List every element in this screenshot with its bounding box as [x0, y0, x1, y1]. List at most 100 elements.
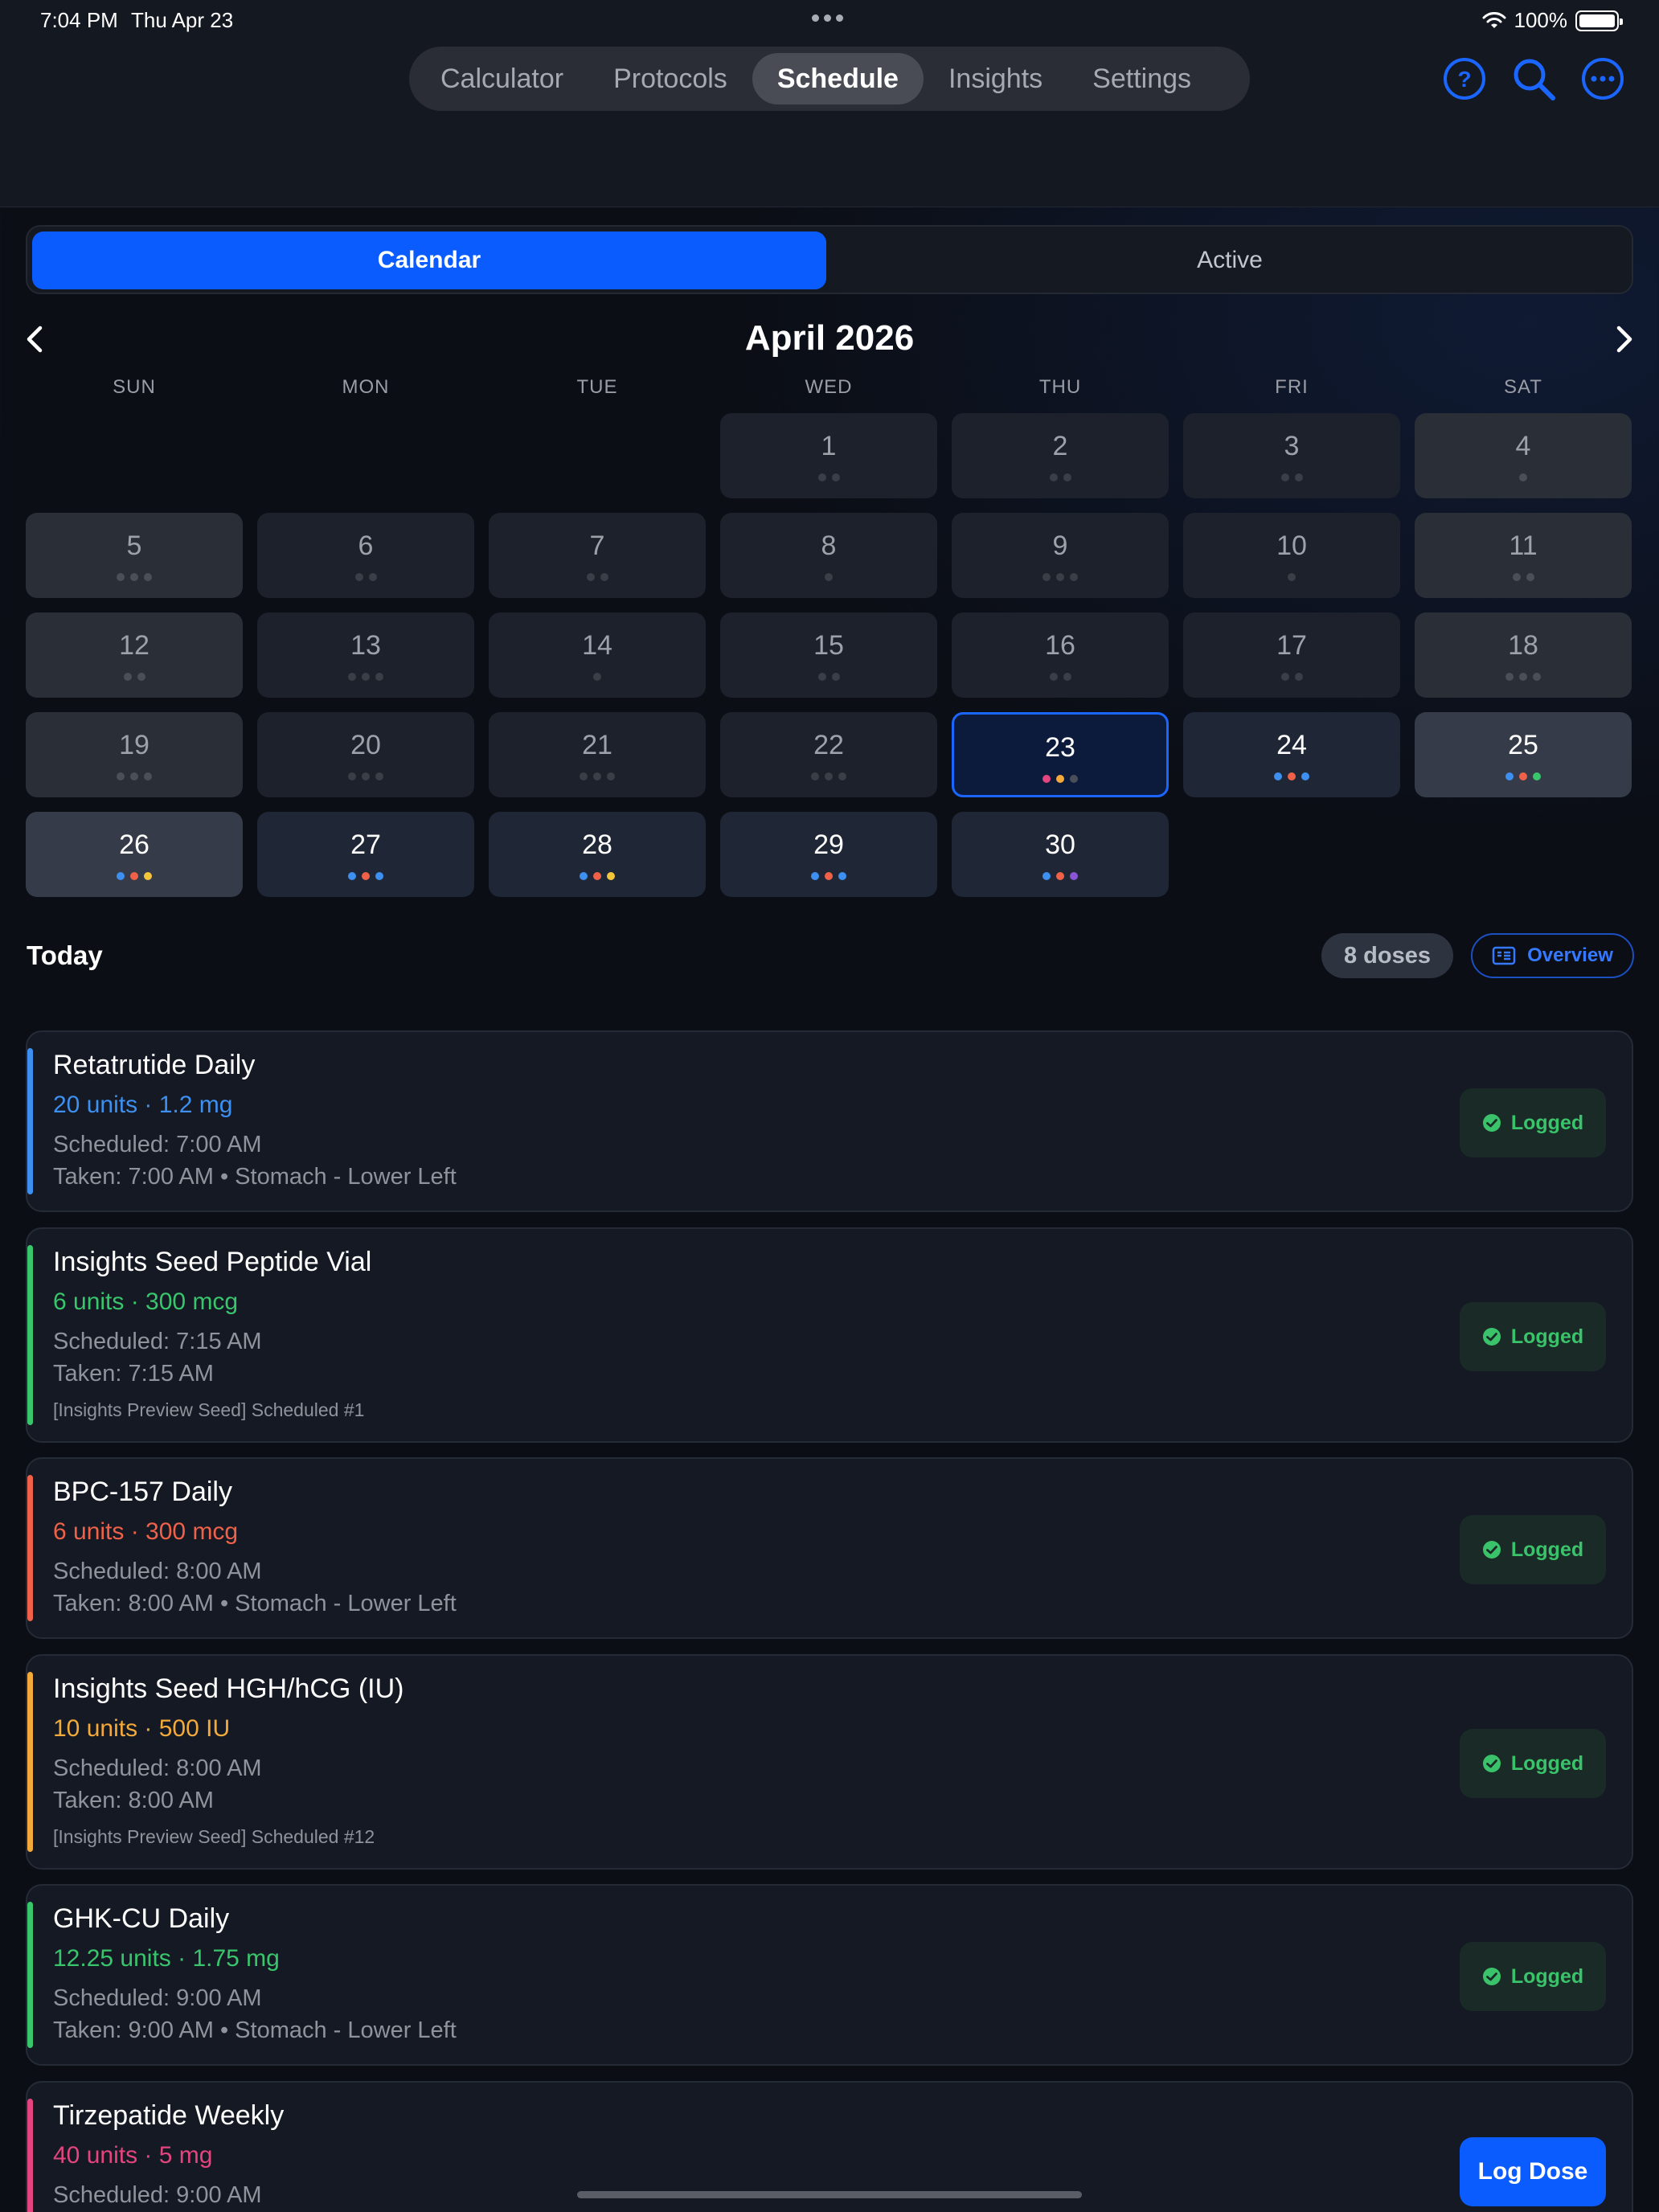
calendar-day-20[interactable]: 20 [257, 712, 474, 797]
calendar-day-25[interactable]: 25 [1415, 712, 1632, 797]
tab-insights[interactable]: Insights [924, 53, 1067, 104]
dose-color-bar [27, 1672, 33, 1852]
dose-dot [1505, 772, 1514, 780]
dose-card[interactable]: GHK-CU Daily 12.25 units · 1.75 mg Schedul… [26, 1884, 1633, 2066]
day-number: 20 [350, 730, 381, 760]
search-icon[interactable] [1511, 56, 1556, 101]
dose-card[interactable]: BPC-157 Daily 6 units · 300 mcg Scheduled:… [26, 1457, 1633, 1639]
dose-dot [1526, 573, 1534, 581]
today-heading: Today [27, 940, 103, 970]
calendar-day-24[interactable]: 24 [1183, 712, 1400, 797]
dose-dot [1063, 473, 1071, 481]
overview-button[interactable]: Overview [1471, 933, 1634, 978]
calendar-day-6[interactable]: 6 [257, 513, 474, 598]
day-number: 9 [1052, 530, 1068, 561]
calendar-day-7[interactable]: 7 [489, 513, 706, 598]
logged-status-badge: Logged [1460, 1302, 1606, 1371]
dose-indicator-dots [1183, 573, 1400, 581]
calendar-day-14[interactable]: 14 [489, 612, 706, 698]
dose-dot [362, 772, 370, 780]
calendar-day-8[interactable]: 8 [720, 513, 937, 598]
dose-dot [375, 772, 383, 780]
calendar-day-27[interactable]: 27 [257, 812, 474, 897]
dose-indicator-dots [26, 673, 243, 681]
dose-dot [144, 772, 152, 780]
calendar-day-4[interactable]: 4 [1415, 413, 1632, 498]
calendar-day-11[interactable]: 11 [1415, 513, 1632, 598]
calendar-day-13[interactable]: 13 [257, 612, 474, 698]
home-indicator[interactable] [577, 2191, 1082, 2198]
weekday-label: SUN [113, 376, 156, 398]
dose-dot [838, 872, 846, 880]
help-icon[interactable]: ? [1442, 56, 1487, 101]
dose-dot [368, 573, 377, 581]
multitasking-dots-icon[interactable] [812, 14, 843, 22]
calendar-day-3[interactable]: 3 [1183, 413, 1400, 498]
day-number: 25 [1508, 730, 1538, 760]
dose-dot [1280, 473, 1289, 481]
day-number: 29 [813, 830, 844, 860]
log-dose-button[interactable]: Log Dose [1460, 2137, 1606, 2206]
dose-indicator-dots [952, 473, 1169, 481]
dose-dot [1301, 772, 1309, 780]
calendar-day-17[interactable]: 17 [1183, 612, 1400, 698]
dose-dot [817, 673, 826, 681]
dose-dot [1070, 775, 1078, 783]
logged-label: Logged [1510, 1751, 1584, 1775]
calendar-day-15[interactable]: 15 [720, 612, 937, 698]
dose-card[interactable]: Insights Seed Peptide Vial 6 units · 300 … [26, 1227, 1633, 1443]
dose-indicator-dots [1415, 473, 1632, 481]
calendar-day-12[interactable]: 12 [26, 612, 243, 698]
dose-scheduled-time: Scheduled: 9:00 AM [53, 2182, 262, 2208]
calendar-day-1[interactable]: 1 [720, 413, 937, 498]
dose-dot [1533, 673, 1541, 681]
dose-indicator-dots [720, 473, 937, 481]
dose-dot [1294, 673, 1303, 681]
tab-calculator[interactable]: Calculator [416, 53, 588, 104]
next-month-chevron-icon[interactable] [1612, 323, 1636, 355]
dose-indicator-dots [720, 573, 937, 581]
main-tab-bar: Calculator Protocols Schedule Insights Setti… [409, 47, 1250, 111]
calendar-day-16[interactable]: 16 [952, 612, 1169, 698]
calendar-day-22[interactable]: 22 [720, 712, 937, 797]
logged-status-badge: Logged [1460, 1729, 1606, 1798]
dose-name: Tirzepatide Weekly [53, 2100, 285, 2131]
calendar-day-29[interactable]: 29 [720, 812, 937, 897]
dose-indicator-dots [1415, 573, 1632, 581]
day-number: 18 [1508, 630, 1538, 661]
dose-scheduled-time: Scheduled: 7:00 AM [53, 1132, 262, 1157]
calendar-day-5[interactable]: 5 [26, 513, 243, 598]
checkmark-circle-icon [1482, 1755, 1501, 1772]
calendar-day-28[interactable]: 28 [489, 812, 706, 897]
calendar-day-21[interactable]: 21 [489, 712, 706, 797]
dose-dot [1049, 473, 1058, 481]
dose-dot [1288, 772, 1296, 780]
segment-active[interactable]: Active [831, 231, 1628, 289]
tab-schedule[interactable]: Schedule [752, 53, 924, 104]
dose-dot [580, 872, 588, 880]
calendar-day-10[interactable]: 10 [1183, 513, 1400, 598]
tab-settings[interactable]: Settings [1067, 53, 1216, 104]
calendar-day-26[interactable]: 26 [26, 812, 243, 897]
dose-dot [811, 772, 819, 780]
calendar-day-30[interactable]: 30 [952, 812, 1169, 897]
calendar-day-2[interactable]: 2 [952, 413, 1169, 498]
calendar-day-23[interactable]: 23 [952, 712, 1169, 797]
dose-dot [1294, 473, 1303, 481]
dose-card[interactable]: Retatrutide Daily 20 units · 1.2 mg Schedu… [26, 1030, 1633, 1212]
dose-card[interactable]: Insights Seed HGH/hCG (IU) 10 units · 500… [26, 1654, 1633, 1870]
dose-scheduled-time: Scheduled: 8:00 AM [53, 1755, 262, 1781]
more-icon[interactable] [1580, 56, 1625, 101]
day-number: 4 [1515, 431, 1531, 461]
checkmark-circle-icon [1482, 1114, 1501, 1132]
calendar-day-18[interactable]: 18 [1415, 612, 1632, 698]
segment-calendar[interactable]: Calendar [32, 231, 826, 289]
dose-dot [838, 772, 846, 780]
dose-dot [825, 772, 833, 780]
tab-protocols[interactable]: Protocols [588, 53, 752, 104]
calendar-day-19[interactable]: 19 [26, 712, 243, 797]
dose-indicator-dots [1415, 772, 1632, 780]
dose-amount: 12.25 units · 1.75 mg [53, 1945, 280, 1972]
calendar-day-9[interactable]: 9 [952, 513, 1169, 598]
dose-dot [580, 772, 588, 780]
